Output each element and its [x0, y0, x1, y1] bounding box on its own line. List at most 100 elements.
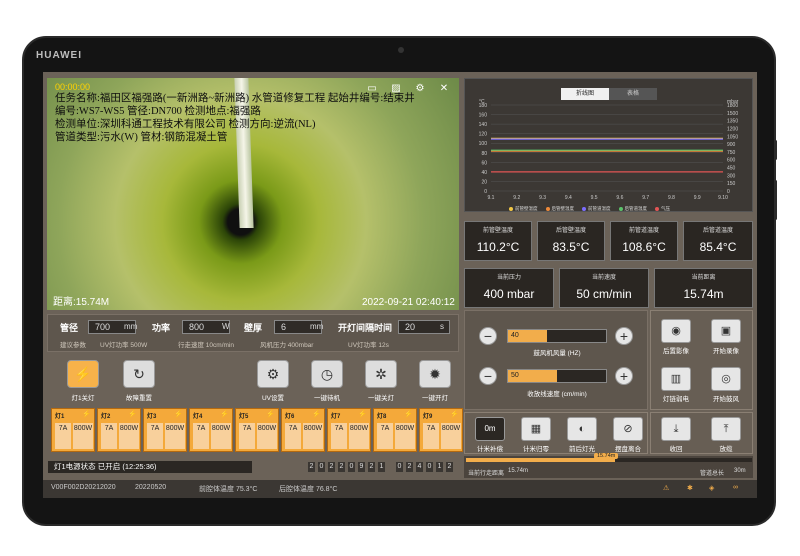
digit-cell: 2 — [405, 461, 414, 473]
lamp-current: 7A — [239, 423, 255, 449]
build-date: 20220520 — [135, 484, 167, 491]
task-line-2: 编号:WS7-WS5 管径:DN700 检测地点:福强路 — [55, 106, 261, 117]
chart-legend: 前管壁温度 后管壁温度 前管道温度 后管道温度 气压 — [509, 206, 670, 212]
lamp-card[interactable]: 灯9 ⚡ 7A 800W — [419, 408, 463, 452]
lamp-card[interactable]: 灯1 ⚡ 7A 800W — [51, 408, 95, 452]
lamp-current: 7A — [101, 423, 117, 449]
meter-control-group: 0m 计米补偿 ▦ 计米归零 ◐ 前后灯光 ⊘ 摆盘离合 — [464, 412, 648, 454]
link-icon[interactable]: ∞ — [733, 484, 738, 491]
lamp-off-button[interactable]: ⚡ — [67, 360, 99, 388]
front-camera — [398, 47, 404, 53]
lamp-current: 7A — [55, 423, 71, 449]
lamp-card[interactable]: 灯7 ⚡ 7A 800W — [327, 408, 371, 452]
x-tick-label: 9.8 — [668, 195, 675, 201]
x-tick-label: 9.7 — [642, 195, 649, 201]
walk-speed-hint: 行走速度 10cm/min — [178, 342, 234, 349]
close-icon[interactable]: ✕ — [437, 82, 451, 94]
meter-display: 0m — [475, 417, 505, 441]
front-pipe-temp-card: 前管道温度 108.6°C — [610, 221, 678, 261]
clock-icon: ◷ — [320, 365, 334, 382]
lamp-chain-button[interactable]: ▥ — [661, 367, 691, 391]
status-bar: V00F002D20212020 20220520 前腔体温度 75.3°C 后… — [43, 480, 757, 498]
digit-cell: 0 — [425, 461, 434, 473]
task-line-1: 任务名称:福田区福强路(一新洲路~新洲路) 水管道修复工程 起始井编号:结束井 — [55, 93, 415, 104]
clutch-button[interactable]: ⊘ — [613, 417, 643, 441]
rear-image-button[interactable]: ◉ — [661, 319, 691, 343]
legend-item: 前管道温度 — [582, 206, 611, 212]
all-off-button[interactable]: ✲ — [365, 360, 397, 388]
y2-tick-label: 1350 — [727, 119, 738, 125]
lamp-current: 7A — [147, 423, 163, 449]
battery-icon: ▥ — [670, 373, 682, 385]
fan-label: 鼓风机风量 (HZ) — [533, 350, 581, 357]
standby-button[interactable]: ◷ — [311, 360, 343, 388]
front-rear-light-button[interactable]: ◐ — [567, 417, 597, 441]
meter-zero-button[interactable]: ▦ — [521, 417, 551, 441]
digit-cell: 1 — [435, 461, 444, 473]
settings-icon[interactable]: ⚙ — [413, 82, 427, 94]
lamp-status-icon: ⚡ — [82, 411, 91, 418]
digit-cell: 9 — [357, 461, 366, 473]
y-tick-label: 100 — [479, 141, 488, 147]
lamp-status-icon: ⚡ — [358, 411, 367, 418]
control-knob-panel: − 40 + 鼓风机风量 (HZ) − 50 + 收放线速度 (cm/min) — [464, 310, 648, 410]
all-on-button[interactable]: ✹ — [419, 360, 451, 388]
fan-decrease-button[interactable]: − — [479, 327, 497, 345]
lamp-power-status: 灯1电源状态 已开启 (12:25:36) — [47, 460, 253, 474]
lamp-power: 800W — [395, 423, 415, 449]
x-tick-label: 9.6 — [616, 195, 623, 201]
lamp-current: 7A — [331, 423, 347, 449]
pipe-video-feed[interactable]: 00:00:00 任务名称:福田区福强路(一新洲路~新洲路) 水管道修复工程 起… — [47, 78, 459, 310]
lamp-card[interactable]: 灯6 ⚡ 7A 800W — [281, 408, 325, 452]
volume-button — [774, 180, 777, 220]
params-panel: 管径 700 mm 功率 800 W 壁厚 6 mm 开灯间隔时间 20 s 建… — [47, 314, 459, 352]
video-icon[interactable]: ▭ — [365, 82, 379, 94]
uv-settings-button[interactable]: ⚙ — [257, 360, 289, 388]
fan-slider[interactable]: 40 — [507, 329, 607, 343]
lamp-name: 灯7 — [331, 414, 341, 420]
lamp-current: 7A — [193, 423, 209, 449]
flash-icon: ⚡ — [74, 365, 92, 382]
release-button[interactable]: ⤒ — [711, 417, 741, 441]
winch-slider[interactable]: 50 — [507, 369, 607, 383]
record-icon: ▣ — [720, 325, 732, 337]
power-label: 功率 — [152, 323, 171, 333]
y-tick-label: 160 — [479, 113, 488, 119]
alert-icon[interactable]: ⚠ — [663, 484, 669, 492]
legend-item: 后管壁温度 — [545, 206, 574, 212]
fan-icon: ◎ — [721, 373, 731, 385]
meter-icon: ▦ — [530, 423, 542, 435]
winch-increase-button[interactable]: + — [615, 367, 633, 385]
shield-icon[interactable]: ◈ — [709, 484, 714, 492]
lamp-status-icon: ⚡ — [312, 411, 321, 418]
y2-tick-label: 1500 — [727, 111, 738, 117]
lamp-card[interactable]: 灯2 ⚡ 7A 800W — [97, 408, 141, 452]
start-blow-button[interactable]: ◎ — [711, 367, 741, 391]
clutch-icon: ⊘ — [623, 423, 633, 435]
legend-item: 前管壁温度 — [509, 206, 538, 212]
lamp-power: 800W — [73, 423, 93, 449]
fault-reset-button[interactable]: ↻ — [123, 360, 155, 388]
fan-increase-button[interactable]: + — [615, 327, 633, 345]
time-digits: 024012 — [395, 461, 454, 473]
start-record-button[interactable]: ▣ — [711, 319, 741, 343]
lamp-card[interactable]: 灯8 ⚡ 7A 800W — [373, 408, 417, 452]
lamp-card[interactable]: 灯4 ⚡ 7A 800W — [189, 408, 233, 452]
x-tick-label: 9.5 — [591, 195, 598, 201]
lamp-card[interactable]: 灯5 ⚡ 7A 800W — [235, 408, 279, 452]
digit-cell: 2 — [307, 461, 316, 473]
version-text: V00F002D20212020 — [51, 484, 116, 491]
interval-label: 开灯间隔时间 — [338, 323, 393, 333]
lamp-card[interactable]: 灯3 ⚡ 7A 800W — [143, 408, 187, 452]
pipe-diameter-label: 管径 — [60, 323, 79, 333]
camera-icon: ◉ — [671, 325, 681, 337]
y2-tick-label: 450 — [727, 166, 736, 172]
temperature-chart-panel: 折线图 表格 °C mbar 180 160 140 120 100 80 60 40 20 0 1… — [464, 78, 753, 212]
task-line-4: 管道类型:污水(W) 管材:钢筋混凝土管 — [55, 132, 228, 143]
retract-button[interactable]: ⤓ — [661, 417, 691, 441]
winch-decrease-button[interactable]: − — [479, 367, 497, 385]
bug-icon[interactable]: ✱ — [687, 484, 693, 492]
front-wall-temp-card: 前管壁温度 110.2°C — [464, 221, 532, 261]
lamp-status-icon: ⚡ — [404, 411, 413, 418]
image-icon[interactable]: ▨ — [389, 82, 403, 94]
